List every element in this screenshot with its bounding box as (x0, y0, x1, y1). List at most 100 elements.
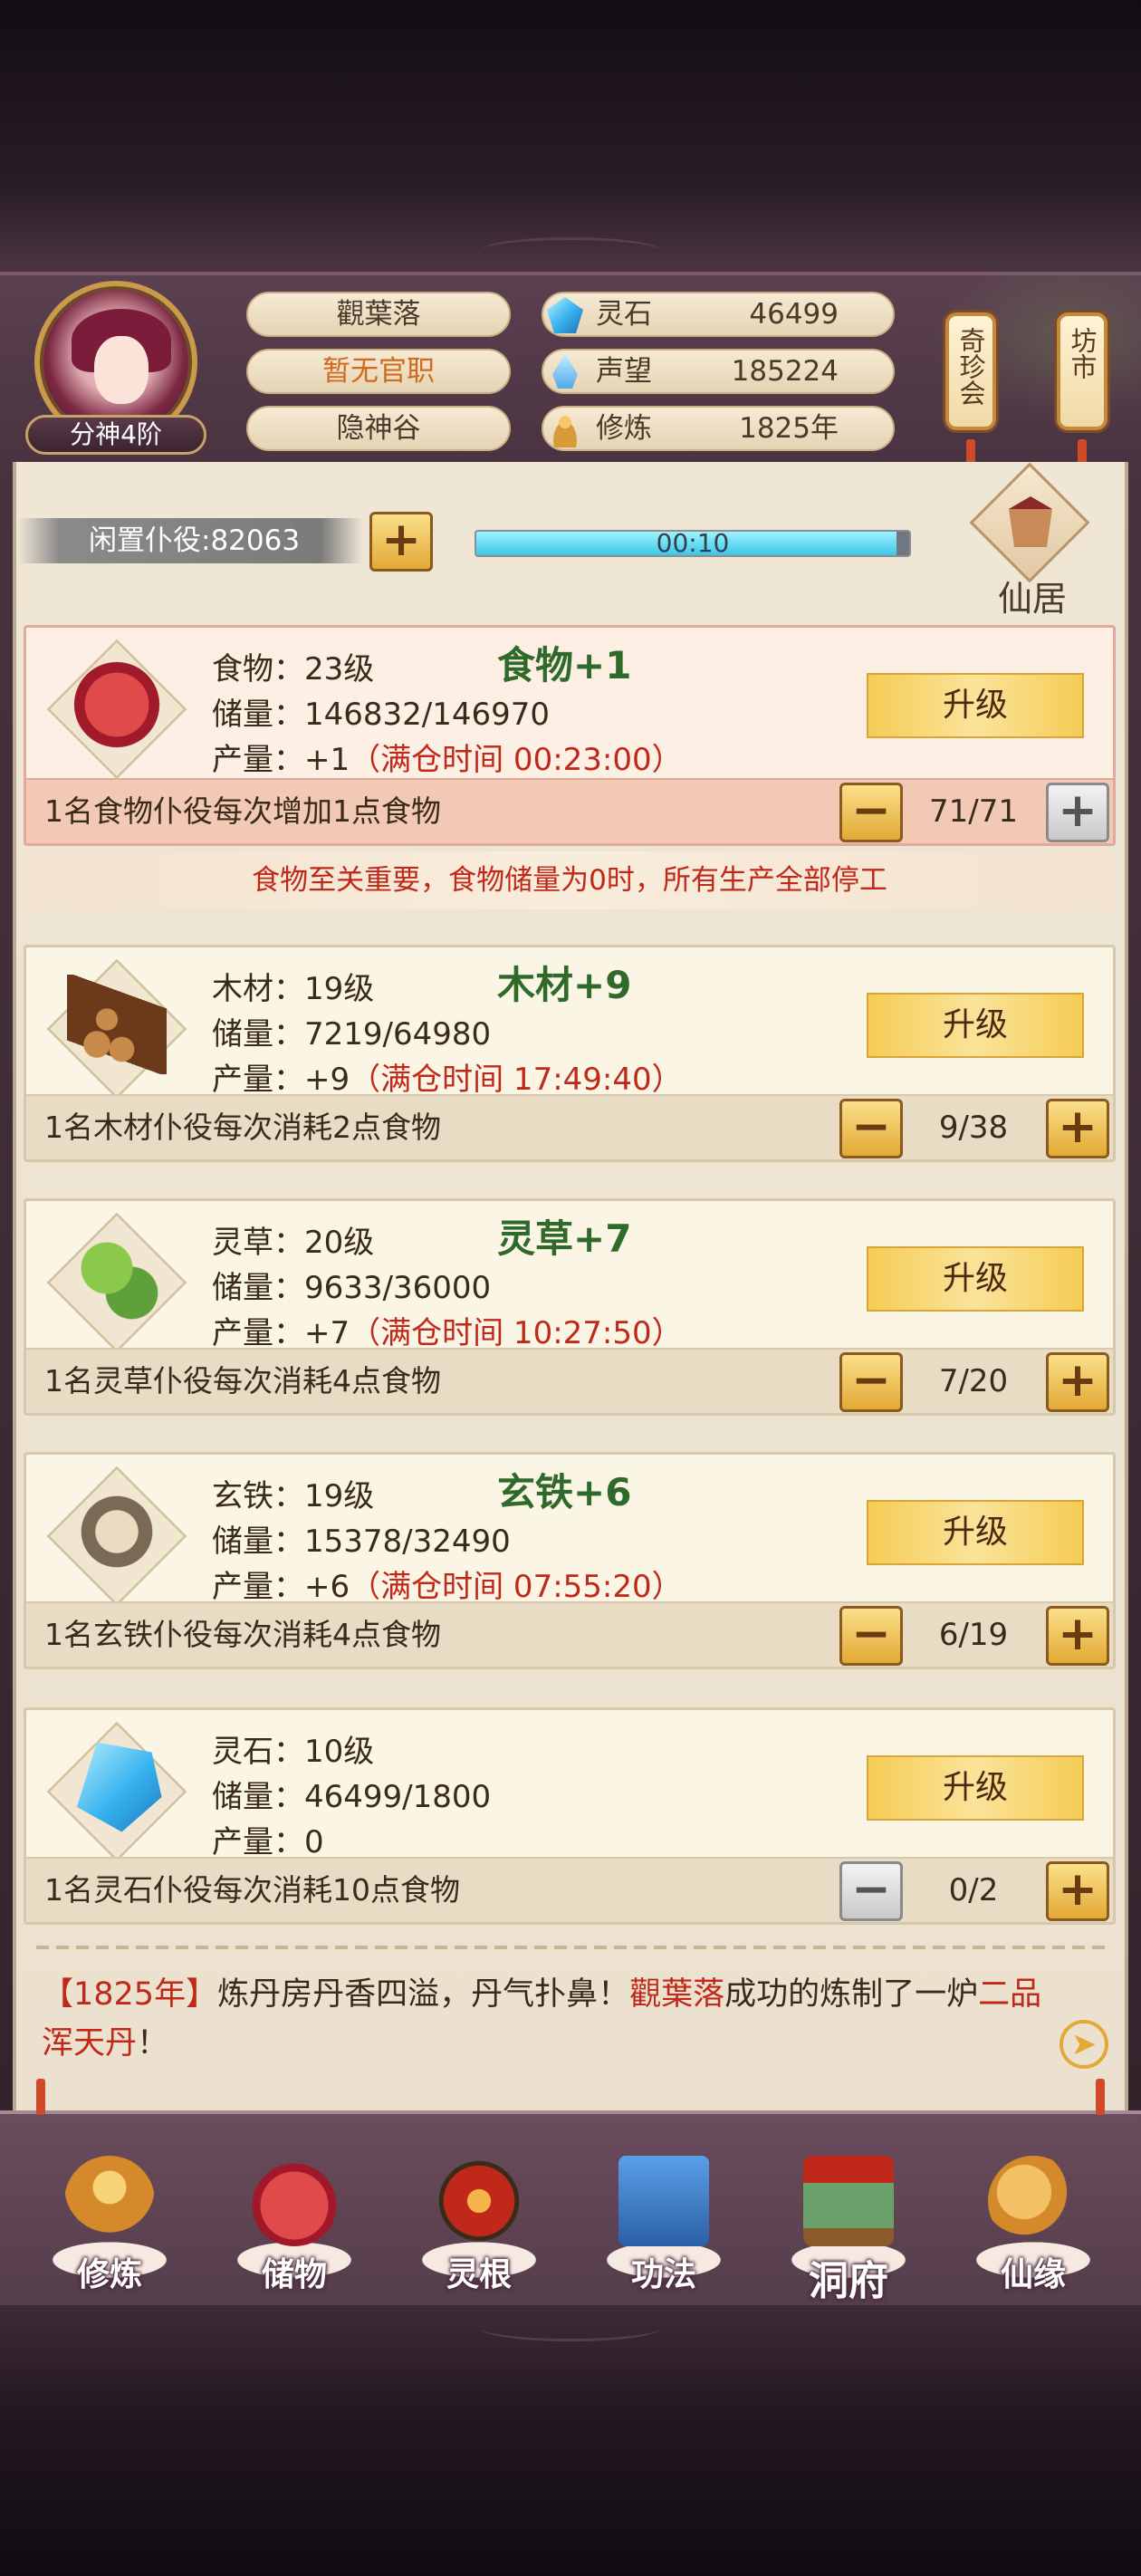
worker-description: 1名灵石仆役每次消耗10点食物 (44, 1872, 460, 1908)
resource-production: 产量：+7（满仓时间 10:27:50） (212, 1308, 683, 1352)
card-footer: 1名食物仆役每次增加1点食物 − 71/71 + (26, 778, 1113, 843)
increase-worker-button[interactable]: + (1046, 1606, 1109, 1666)
production-value: 产量：+1 (212, 742, 350, 778)
resource-gain: 食物+1 (497, 643, 632, 687)
nav-immortal-fate[interactable]: 仙缘 (956, 2147, 1110, 2301)
log-text: 成功的炼制了一炉 (724, 1976, 979, 2013)
production-value: 产量：+7 (212, 1315, 350, 1351)
residence-label: 仙居 (997, 579, 1067, 619)
player-avatar[interactable]: 分神4阶 (25, 281, 206, 462)
decrease-worker-button[interactable]: − (839, 1606, 903, 1666)
increase-worker-button[interactable]: + (1046, 1352, 1109, 1412)
treasure-fair-button[interactable]: 奇珍会 (945, 312, 996, 430)
card-footer: 1名灵石仆役每次消耗10点食物 − 0/2 + (26, 1857, 1113, 1922)
bottom-backdrop (0, 2305, 1141, 2576)
upgrade-button[interactable]: 升级 (867, 1755, 1084, 1821)
residence-button[interactable]: 仙居 (960, 462, 1096, 619)
resource-storage: 储量：7219/64980 (212, 1016, 492, 1053)
nav-label: 功法 (630, 2256, 696, 2293)
nav-label: 洞府 (809, 2258, 888, 2304)
storage-bag-icon (249, 2156, 340, 2246)
resource-gain: 灵草+7 (497, 1216, 632, 1261)
rank-badge: 分神4阶 (25, 415, 206, 455)
treasure-fair-label: 奇珍会 (955, 327, 986, 406)
full-time-note: （满仓时间 10:27:50） (350, 1315, 683, 1351)
resource-storage: 储量：9633/36000 (212, 1270, 492, 1306)
production-value: 产量：+6 (212, 1569, 350, 1605)
worker-count: 71/71 (929, 793, 1018, 830)
resource-level: 玄铁：19级 (212, 1478, 375, 1514)
resource-level: 灵草：20级 (212, 1225, 375, 1261)
idle-servants-label: 闲置仆役:82063 (18, 518, 362, 563)
worker-count: 9/38 (938, 1110, 1009, 1146)
resource-production: 产量：+6（满仓时间 07:55:20） (212, 1562, 683, 1606)
cultivate-icon (64, 2156, 155, 2246)
prestige-icon (552, 354, 578, 389)
market-label: 坊市 (1067, 327, 1098, 380)
nav-cave-dwelling[interactable]: 洞府 (772, 2147, 925, 2304)
resource-level: 灵石：10级 (212, 1734, 375, 1770)
decrease-worker-button[interactable]: − (839, 783, 903, 842)
stat-value: 46499 (749, 298, 839, 331)
card-footer: 1名灵草仆役每次消耗4点食物 − 7/20 + (26, 1348, 1113, 1413)
resource-storage: 储量：15378/32490 (212, 1523, 511, 1560)
player-name: 觀葉落 (246, 292, 511, 337)
full-time-note: （满仓时间 00:23:00） (350, 742, 683, 778)
worker-count: 0/2 (948, 1872, 999, 1908)
upgrade-button[interactable]: 升级 (867, 1500, 1084, 1565)
nav-technique[interactable]: 功法 (587, 2147, 741, 2301)
increase-worker-button[interactable]: + (1046, 1099, 1109, 1158)
worker-count: 6/19 (938, 1617, 1009, 1653)
resource-production: 产量：0 (212, 1817, 324, 1861)
ore-icon (67, 1482, 167, 1581)
top-backdrop (0, 0, 1141, 272)
worker-description: 1名玄铁仆役每次消耗4点食物 (44, 1617, 441, 1652)
cave-dwelling-icon (803, 2156, 894, 2246)
tassel-ornament (1096, 2079, 1105, 2115)
full-time-note: （满仓时间 07:55:20） (350, 1569, 683, 1605)
resource-card-herb: 灵草：20级 灵草+7 储量：9633/36000 产量：+7（满仓时间 10:… (24, 1198, 1116, 1416)
resource-storage: 储量：46499/1800 (212, 1779, 492, 1815)
nav-label: 修炼 (76, 2256, 142, 2293)
food-warning: 食物至关重要，食物储量为0时，所有生产全部停工 (24, 851, 1116, 909)
resource-card-food: 食物：23级 食物+1 储量：146832/146970 产量：+1（满仓时间 … (24, 625, 1116, 846)
avatar-face (94, 336, 149, 404)
herb-icon (67, 1228, 167, 1328)
log-item-grade: 二品 (978, 1976, 1042, 2013)
increase-worker-button[interactable]: + (1046, 783, 1109, 842)
official-title[interactable]: 暂无官职 (246, 349, 511, 394)
decrease-worker-button[interactable]: − (839, 1099, 903, 1158)
timer-text: 00:10 (656, 530, 730, 557)
worker-count: 7/20 (938, 1363, 1009, 1399)
upgrade-button[interactable]: 升级 (867, 993, 1084, 1058)
nav-label: 储物 (261, 2256, 327, 2293)
bottom-ornament (480, 2314, 661, 2341)
resource-card-iron: 玄铁：19级 玄铁+6 储量：15378/32490 产量：+6（满仓时间 07… (24, 1452, 1116, 1669)
nav-cultivate[interactable]: 修炼 (33, 2147, 187, 2301)
nav-spirit-root[interactable]: 灵根 (402, 2147, 556, 2301)
increase-worker-button[interactable]: + (1046, 1861, 1109, 1921)
nav-storage[interactable]: 储物 (217, 2147, 371, 2301)
top-ornament (480, 237, 661, 264)
production-timer-bar: 00:10 (475, 530, 911, 557)
logs-icon (67, 975, 167, 1074)
add-servant-button[interactable]: + (369, 512, 433, 572)
meat-icon (67, 655, 167, 755)
card-footer: 1名玄铁仆役每次消耗4点食物 − 6/19 + (26, 1601, 1113, 1667)
decrease-worker-button[interactable]: − (839, 1352, 903, 1412)
production-value: 产量：+9 (212, 1062, 350, 1098)
sect-name: 隐神谷 (246, 406, 511, 451)
stat-prestige: 声望 185224 (542, 349, 895, 394)
resource-card-spirit-stone: 灵石：10级 储量：46499/1800 产量：0 升级 1名灵石仆役每次消耗1… (24, 1707, 1116, 1925)
resource-level: 食物：23级 (212, 651, 375, 687)
log-expand-arrow-icon[interactable]: ➤ (1060, 2020, 1108, 2069)
worker-description: 1名灵草仆役每次消耗4点食物 (44, 1363, 441, 1399)
full-time-note: （满仓时间 17:49:40） (350, 1062, 683, 1098)
nav-label: 灵根 (446, 2256, 512, 2293)
decrease-worker-button[interactable]: − (839, 1861, 903, 1921)
cultivation-icon (547, 411, 583, 447)
divider (36, 1946, 1105, 1949)
upgrade-button[interactable]: 升级 (867, 673, 1084, 738)
upgrade-button[interactable]: 升级 (867, 1246, 1084, 1312)
market-button[interactable]: 坊市 (1057, 312, 1107, 430)
